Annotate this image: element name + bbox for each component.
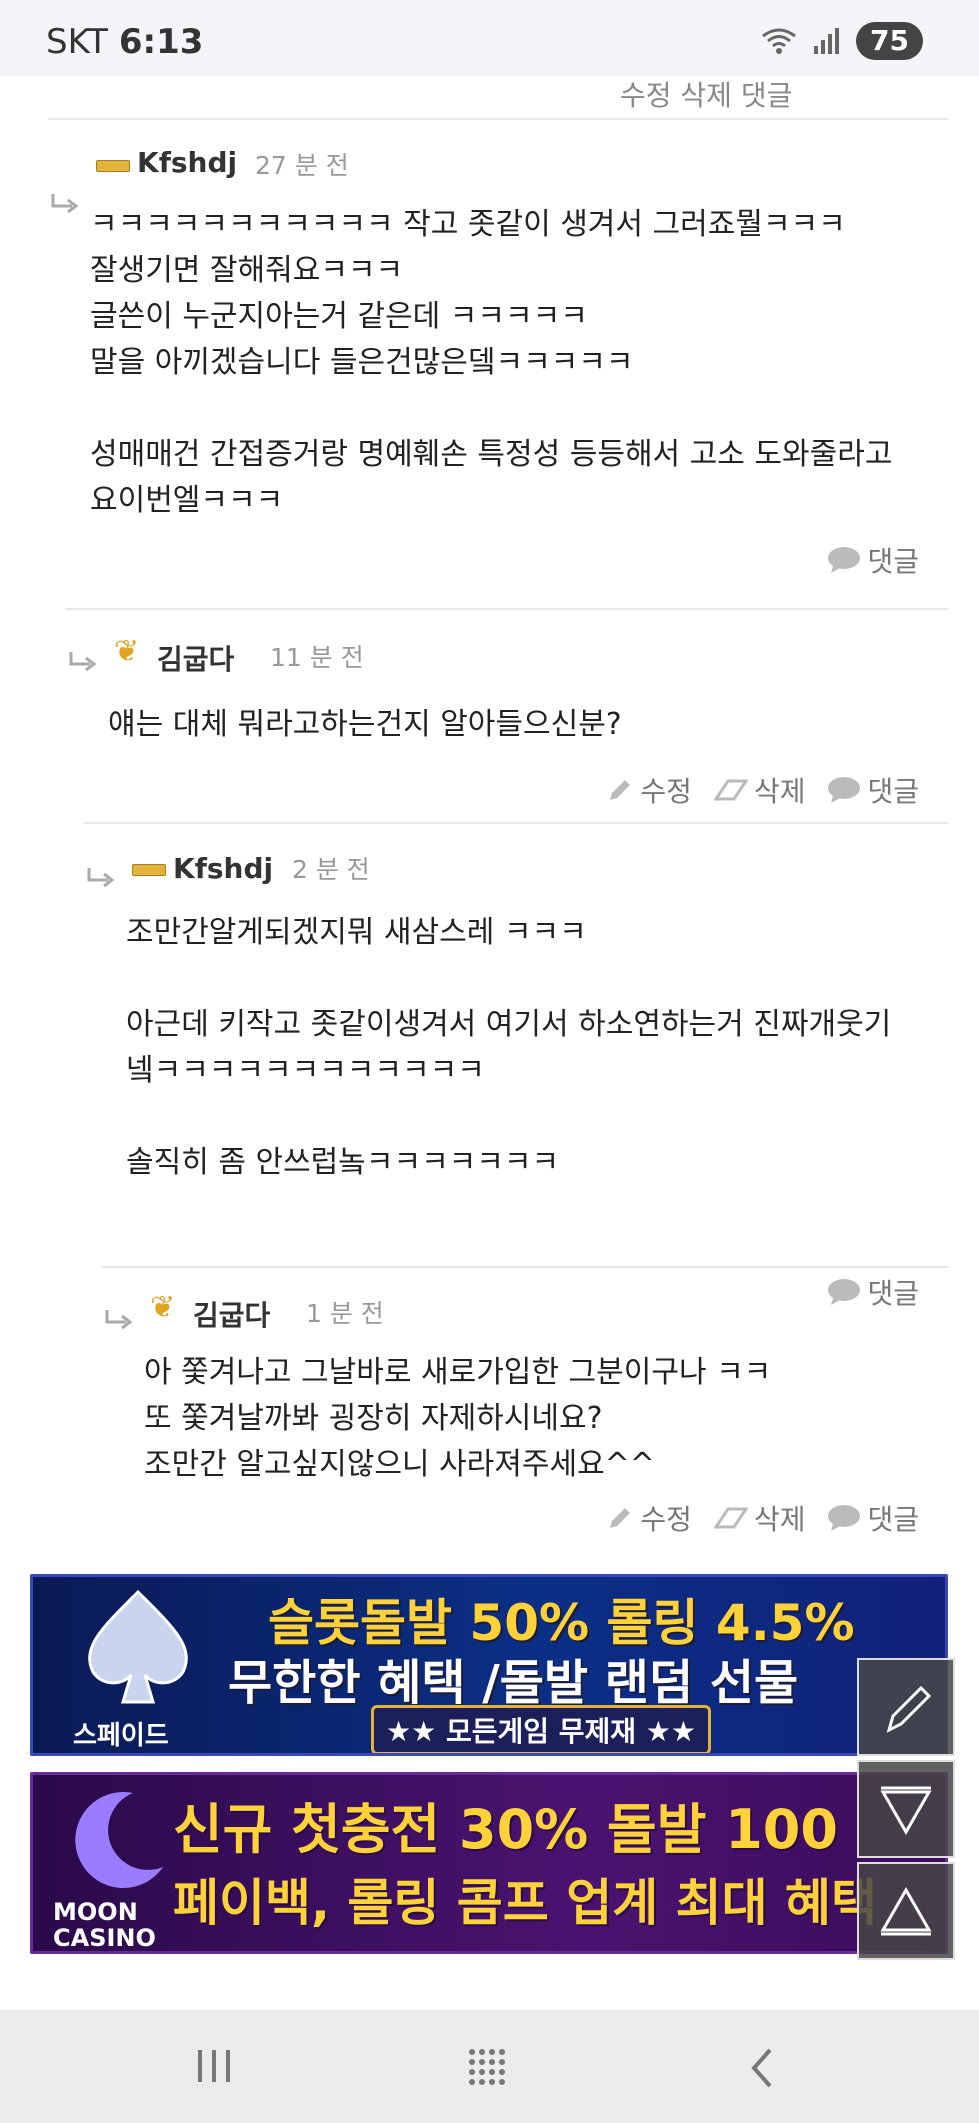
comment-author[interactable]: 김굽다 [193,1294,270,1334]
ad-brand: 스페이드 [73,1721,169,1751]
status-left: SKT 6:13 [46,22,203,62]
comment-actions: 댓글 [827,540,919,580]
pencil-icon [886,1685,932,1733]
previous-comment-actions[interactable]: 수정 삭제 댓글 [620,74,792,114]
spade-logo-icon [88,1589,188,1704]
ad-banner-moon-casino[interactable]: MOON CASINO 신규 첫충전 30% 돌발 100 페이백, 롤링 콤프… [30,1772,948,1954]
battery-indicator: 75 [856,22,923,60]
clock: 6:13 [118,22,204,62]
comment-body: 아 쫓겨나고 그날바로 새로가입한 그분이구나 ㅋㅋ 또 쫓겨날까봐 굉장히 자… [144,1355,772,1482]
edit-label: 수정 [640,1503,692,1536]
edit-button[interactable]: 수정 [606,1498,692,1538]
back-icon[interactable] [746,2046,778,2090]
pencil-icon [610,1508,631,1528]
reply-label: 댓글 [867,775,919,808]
comment-time: 2 분 전 [292,855,370,884]
member-badge-icon [96,160,130,172]
speech-bubble-icon [828,547,861,573]
comment-author[interactable]: 김굽다 [157,638,234,678]
comment-actions: 댓글 [827,1272,919,1312]
pencil-icon [610,780,631,800]
comment-actions: 수정 삭제 댓글 [606,770,919,810]
member-badge-icon [132,864,166,876]
ad-subline: 페이백, 롤링 콤프 업계 최대 혜택 [173,1874,878,1932]
moon-logo-icon [75,1792,163,1889]
reply-button[interactable]: 댓글 [827,1498,919,1538]
write-post-button[interactable] [857,1658,955,1756]
edit-label: 수정 [640,775,692,808]
recent-apps-icon[interactable] [194,2046,234,2086]
divider [48,118,948,120]
reply-label: 댓글 [867,1503,919,1536]
ad-banner-spade[interactable]: 스페이드 슬롯돌발 50% 롤링 4.5% 무한한 혜택 /돌발 랜덤 선물 ★… [30,1574,948,1756]
comment-time: 1 분 전 [306,1299,384,1328]
reply-button[interactable]: 댓글 [827,1272,919,1312]
speech-bubble-icon [828,1505,861,1531]
ad-tagline: ★★ 모든게임 무제재 ★★ [371,1705,711,1753]
signal-icon [814,28,840,54]
arrow-down-icon [880,1786,932,1836]
comment-body: ㅋㅋㅋㅋㅋㅋㅋㅋㅋㅋㅋ 작고 좃같이 생겨서 그러죠뭘ㅋㅋㅋ 잘생기면 잘해줘요… [90,207,893,518]
reply-arrow-icon [69,652,97,672]
eraser-icon [713,1507,748,1529]
comment-body: 얘는 대체 뭐라고하는건지 알아들으신분? [108,707,622,742]
reply-arrow-icon [87,868,115,888]
speech-bubble-icon [828,1279,861,1305]
scroll-down-button[interactable] [857,1760,955,1858]
delete-button[interactable]: 삭제 [713,770,806,810]
reply-arrow-icon [105,1310,133,1330]
carrier-label: SKT [46,22,109,62]
comment-body: 조만간알게되겠지뭐 새삼스레 ㅋㅋㅋ 아근데 키작고 좃같이생겨서 여기서 하소… [126,915,892,1180]
scroll-up-button[interactable] [857,1862,955,1960]
wings-badge-icon: ❦ [150,1290,176,1325]
app-grid-icon[interactable] [466,2046,506,2086]
comment-author[interactable]: Kfshdj [137,146,237,179]
speech-bubble-icon [828,777,861,803]
eraser-icon [713,779,748,801]
divider [84,822,948,824]
delete-label: 삭제 [753,775,806,808]
reply-button[interactable]: 댓글 [827,770,919,810]
wifi-icon [762,28,796,54]
ad-subline: 무한한 혜택 /돌발 랜덤 선물 [228,1655,799,1711]
wings-badge-icon: ❦ [114,634,140,669]
status-bar: SKT 6:13 75 [0,0,979,76]
reply-arrow-icon [51,194,79,214]
delete-label: 삭제 [753,1503,806,1536]
divider [65,608,948,610]
comment-author[interactable]: Kfshdj [173,852,273,885]
reply-label: 댓글 [867,545,919,578]
comment-actions: 수정 삭제 댓글 [606,1498,919,1538]
reply-button[interactable]: 댓글 [827,540,919,580]
ad-headline: 신규 첫충전 30% 돌발 100 [173,1798,838,1861]
edit-button[interactable]: 수정 [606,770,692,810]
reply-label: 댓글 [867,1277,919,1310]
comment-time: 27 분 전 [255,151,349,180]
status-right: 75 [760,22,923,60]
ad-brand: MOON CASINO [53,1898,156,1952]
delete-button[interactable]: 삭제 [713,1498,806,1538]
comment-time: 11 분 전 [270,643,364,672]
arrow-up-icon [880,1886,932,1936]
system-navigation-bar [0,2010,979,2123]
divider [102,1266,948,1268]
